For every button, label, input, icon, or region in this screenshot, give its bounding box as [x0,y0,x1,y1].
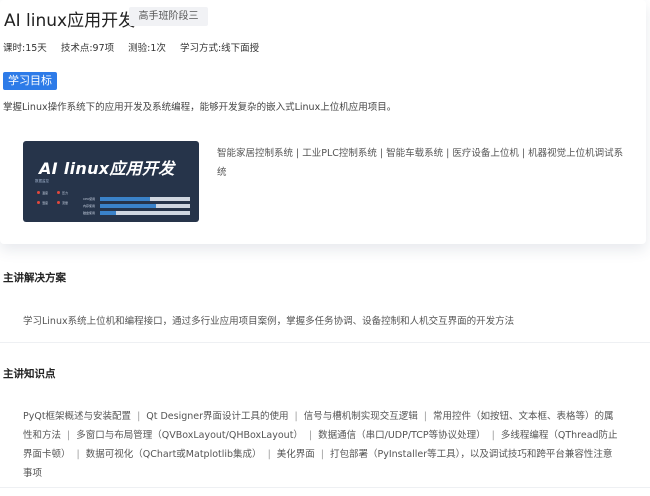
knowledge-point: 多窗口与布局管理（QVBoxLayout/QHBoxLayout） [76,430,303,441]
goal-description: 掌握Linux操作系统下的应用开发及系统编程，能够开发复杂的嵌入式Linux上位… [3,102,397,113]
knowledge-points: PyQt框架概述与安装配置 | Qt Designer界面设计工具的使用 | 信号与槽机… [23,407,619,483]
meta-tech-points: 技术点:97项 [60,43,115,54]
status-dot [57,191,60,194]
knowledge-point: 信号与槽机制实现交互逻辑 [303,411,418,422]
solution-heading: 主讲解决方案 [3,272,66,284]
thumbnail-title: AI linux应用开发 [39,159,175,178]
memory-bar [100,204,190,208]
bar-label: 内存使用 [83,204,96,208]
meta-duration: 课时:15天 [3,43,47,54]
separator: | [137,411,141,422]
thumbnail-caption: 数据监控 [35,179,49,183]
status-dot [37,191,40,194]
disk-bar [100,211,190,215]
bar-label: CPU使用 [83,197,96,201]
knowledge-point: Qt Designer界面设计工具的使用 [146,411,289,422]
separator: | [294,411,298,422]
meta-study-mode: 学习方式:线下面授 [179,43,260,54]
status-dot [57,201,60,204]
thumbnail-label: 流量 [62,201,69,205]
separator: | [491,430,495,441]
knowledge-point: PyQt框架概述与安装配置 [23,411,132,422]
knowledge-point: 美化界面 [276,449,315,460]
stage-badge: 高手班阶段三 [129,7,208,26]
thumbnail-label: 湿度 [42,201,49,205]
goal-tag: 学习目标 [3,72,57,90]
status-dot [37,201,40,204]
course-title: AI linux应用开发 [4,11,136,31]
thumbnail-label: 压力 [62,191,69,195]
cpu-bar [100,197,190,201]
separator: | [423,411,427,422]
disk-bar-fill [100,211,117,215]
knowledge-point: 数据可视化（QChart或Matplotlib集成） [85,449,262,460]
solution-text: 学习Linux系统上位机和编程接口，通过多行业应用项目案例，掌握多任务协调、设备… [23,316,515,327]
memory-bar-fill [100,204,156,208]
knowledge-point: 数据通信（串口/UDP/TCP等协议处理） [318,430,486,441]
course-meta: 课时:15天 技术点:97项 测验:1次 学习方式:线下面授 [3,40,270,54]
meta-quiz: 测验:1次 [128,43,166,54]
course-thumbnail[interactable]: AI linux应用开发 数据监控 温度 压力 湿度 流量 CPU使用 内存使用… [23,141,199,222]
knowledge-heading: 主讲知识点 [3,368,56,380]
section-divider [0,487,650,488]
separator: | [267,449,271,460]
separator: | [320,449,324,460]
thumbnail-label: 温度 [42,191,49,195]
separator: | [67,430,71,441]
cpu-bar-fill [100,197,150,201]
separator: | [308,430,313,441]
bar-label: 磁盘使用 [83,211,96,215]
course-card: AI linux应用开发 高手班阶段三 课时:15天 技术点:97项 测验:1次… [0,0,646,244]
application-areas: 智能家居控制系统 | 工业PLC控制系统 | 智能车载系统 | 医疗设备上位机 … [217,148,624,178]
section-divider [0,342,650,343]
separator: | [76,449,80,460]
